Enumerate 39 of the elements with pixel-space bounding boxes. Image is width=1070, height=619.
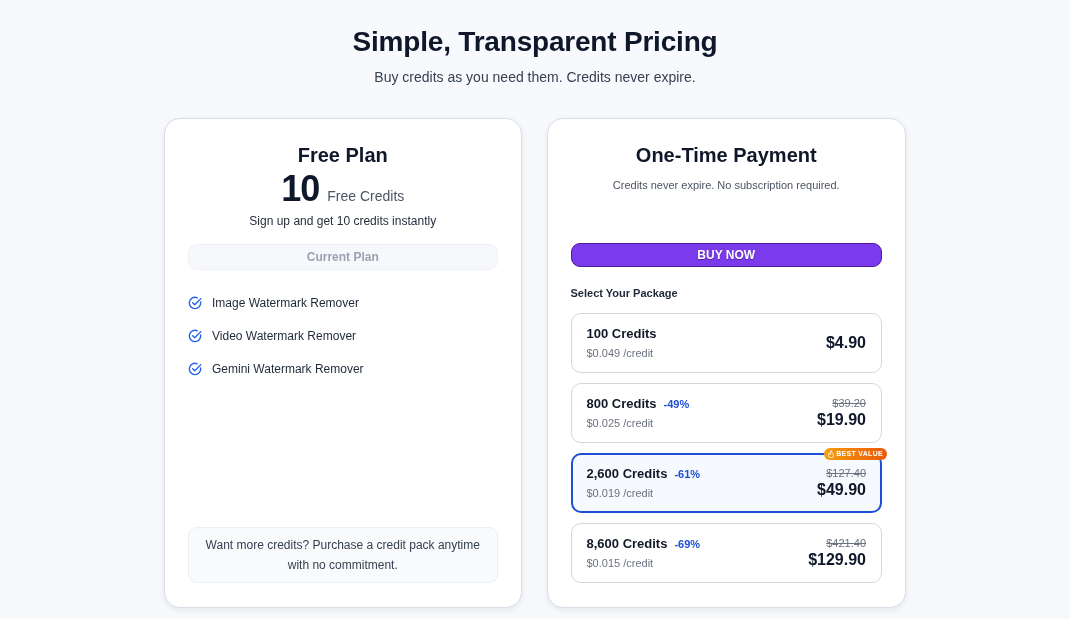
payment-subtitle: Credits never expire. No subscription required.	[611, 178, 841, 193]
package-option[interactable]: 8,600 Credits -69% $0.015 /credit $421.40 $129.90	[570, 523, 882, 583]
per-credit-price: $0.015 /credit	[586, 556, 655, 571]
section-label: Select Your Package	[570, 286, 679, 301]
credit-amount-label: Free Credits	[327, 187, 405, 206]
package-name: 2,600 Credits	[586, 465, 668, 483]
feature-text: Image Watermark Remover	[212, 295, 359, 312]
package-price: $129.90	[808, 550, 866, 570]
old-price: $127.40	[826, 466, 866, 480]
discount-label: -69%	[674, 537, 701, 552]
package-price: $4.90	[825, 333, 866, 353]
page-title: Simple, Transparent Pricing	[351, 25, 719, 59]
buy-now-button[interactable]: BUY NOW	[570, 243, 882, 267]
old-price: $39.20	[832, 396, 866, 410]
check-circle-icon	[188, 296, 202, 310]
info-note: Want more credits? Purchase a credit pack anytime with no commitment.	[188, 527, 498, 583]
payment-title: One-Time Payment	[634, 143, 818, 167]
plan-title: Free Plan	[296, 143, 389, 167]
package-price: $19.90	[817, 410, 866, 430]
per-credit-price: $0.019 /credit	[586, 486, 655, 501]
check-circle-icon	[188, 329, 202, 343]
old-price: $421.40	[826, 536, 866, 550]
flame-icon	[828, 450, 835, 458]
per-credit-price: $0.049 /credit	[586, 346, 655, 361]
credit-amount: 10	[281, 171, 320, 207]
package-name: 800 Credits	[586, 395, 657, 413]
package-name: 8,600 Credits	[586, 535, 668, 553]
package-price: $49.90	[817, 480, 866, 500]
discount-label: -49%	[663, 397, 690, 412]
feature-text: Gemini Watermark Remover	[212, 361, 364, 378]
package-name: 100 Credits	[586, 325, 657, 343]
package-option[interactable]: 800 Credits -49% $0.025 /credit $39.20 $19.90	[570, 383, 882, 443]
package-option[interactable]: 100 Credits $0.049 /credit $4.90	[570, 313, 882, 373]
plan-description: Sign up and get 10 credits instantly	[248, 213, 438, 229]
discount-label: -61%	[674, 467, 701, 482]
page-subtitle: Buy credits as you need them. Credits never expire.	[373, 68, 697, 87]
check-circle-icon	[188, 362, 202, 376]
feature-text: Video Watermark Remover	[212, 328, 357, 345]
per-credit-price: $0.025 /credit	[586, 416, 655, 431]
